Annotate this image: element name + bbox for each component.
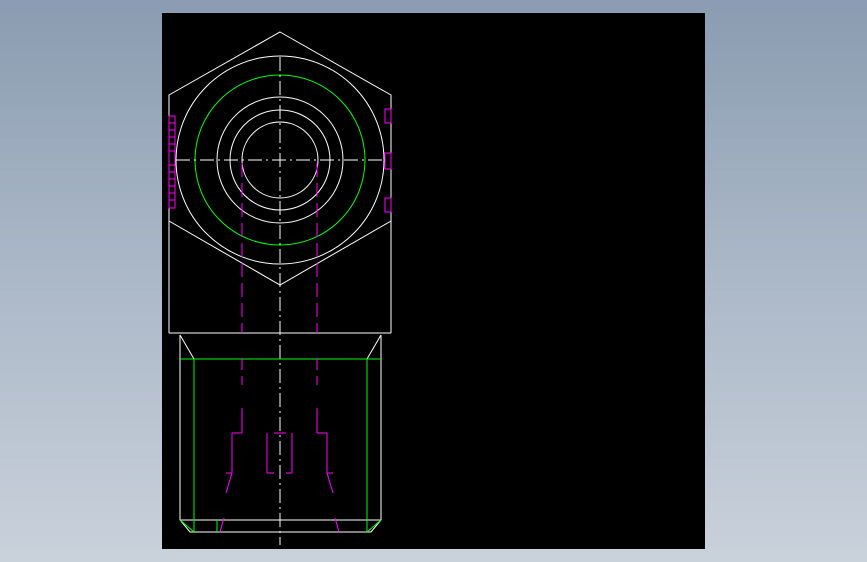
thread-bottom-right-chamfer: [366, 519, 382, 533]
top-chamfer-left: [179, 334, 195, 360]
cad-viewport[interactable]: [162, 13, 705, 549]
hex-view: [168, 31, 392, 545]
cad-drawing: [168, 31, 392, 545]
left-hidden-ticks: [168, 115, 176, 209]
top-chamfer-right: [366, 334, 382, 360]
thread-bottom-left-chamfer: [179, 519, 195, 533]
right-hidden-ticks: [384, 108, 392, 213]
